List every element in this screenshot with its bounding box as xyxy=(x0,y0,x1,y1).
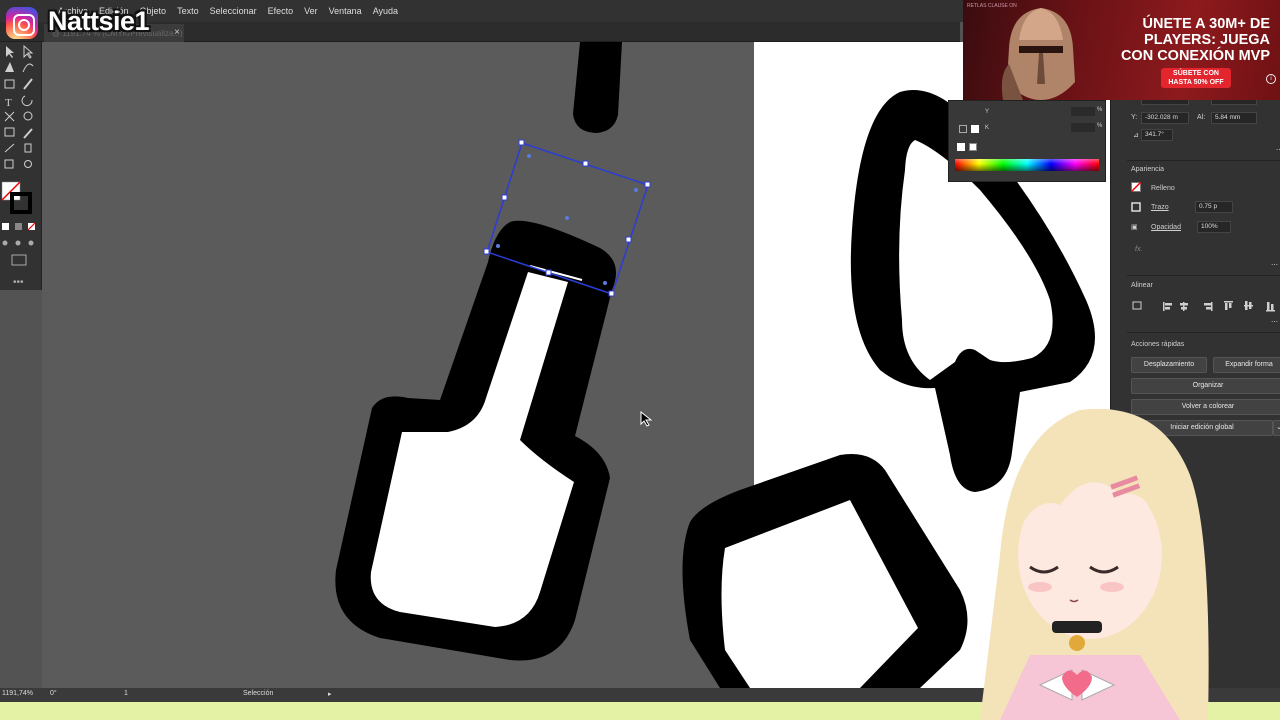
menu-seleccionar[interactable]: Seleccionar xyxy=(210,6,257,16)
separator xyxy=(1127,160,1280,161)
curvature-tool-icon xyxy=(22,63,34,73)
align-left-icon xyxy=(1163,302,1165,311)
instagram-logo-icon xyxy=(6,7,38,39)
menu-ayuda[interactable]: Ayuda xyxy=(373,6,398,16)
eyedropper-tool-icon xyxy=(23,128,33,139)
vtuber-avatar xyxy=(980,408,1209,720)
zoom-level[interactable]: 1191,74% xyxy=(2,690,33,697)
zoom-tool-icon xyxy=(24,160,32,168)
artboard-number[interactable]: 1 xyxy=(124,690,128,697)
draw-mode-icon xyxy=(2,240,8,246)
menu-efecto[interactable]: Efecto xyxy=(268,6,294,16)
transform-h-field[interactable]: 5.84 mm xyxy=(1211,112,1257,124)
stroke-weight-field[interactable]: 0.75 p xyxy=(1195,201,1233,213)
tools-icons: T ••• xyxy=(1,44,36,288)
none-swatch-icon[interactable] xyxy=(957,143,965,151)
rectangle-tool-icon xyxy=(4,79,15,89)
ad-cta-button[interactable]: SÚBETE CON HASTA 50% OFF xyxy=(1161,68,1231,88)
pen-tool-icon xyxy=(5,62,14,72)
color-k-percent: % xyxy=(1097,123,1103,129)
offset-path-button[interactable]: Desplazamiento xyxy=(1131,357,1207,373)
color-k-field[interactable] xyxy=(1071,123,1095,132)
stroke-label[interactable]: Trazo xyxy=(1151,204,1169,211)
status-play-icon[interactable]: ▸ xyxy=(328,690,332,698)
paintbrush-tool-icon xyxy=(23,78,33,90)
separator xyxy=(1127,332,1280,333)
type-tool-icon: T xyxy=(5,97,12,109)
align-bottom-icon xyxy=(1266,310,1275,312)
rotation-field[interactable]: 341.7° xyxy=(1141,129,1173,141)
direct-selection-tool-icon xyxy=(23,44,34,59)
menu-ver[interactable]: Ver xyxy=(304,6,318,16)
opacity-icon: ▣ xyxy=(1131,224,1138,231)
stroke-proxy-icon[interactable] xyxy=(971,125,979,133)
lasso-tool-icon xyxy=(23,111,33,121)
arrange-button[interactable]: Organizar xyxy=(1131,378,1280,394)
align-more-icon[interactable]: ⋯ xyxy=(1271,318,1278,326)
color-label-y: Y xyxy=(985,109,990,115)
mouse-cursor-icon xyxy=(640,411,653,427)
align-top-icon xyxy=(1224,301,1233,303)
stroke-swatch-icon[interactable] xyxy=(1131,202,1141,212)
tools-panel: T ••• xyxy=(0,42,42,290)
current-tool: Selección xyxy=(243,690,274,697)
rotation-level[interactable]: 0° xyxy=(50,690,57,697)
shape-top-stub xyxy=(573,42,622,133)
rotate-tool-icon xyxy=(21,95,33,107)
quick-actions-title: Acciones rápidas xyxy=(1131,341,1185,348)
fx-icon[interactable]: fx. xyxy=(1135,246,1142,253)
close-icon[interactable]: × xyxy=(174,27,180,38)
opacity-field[interactable]: 100% xyxy=(1197,221,1231,233)
more-options-icon[interactable]: ⋯ xyxy=(1276,146,1280,154)
global-edit-dropdown[interactable]: ⌄ xyxy=(1273,420,1280,436)
color-y-field[interactable] xyxy=(1071,107,1095,116)
fill-label: Relleno xyxy=(1151,185,1175,192)
color-y-percent: % xyxy=(1097,107,1103,113)
scissors-tool-icon xyxy=(4,111,15,122)
streamer-handle: Nattsie1 xyxy=(48,6,150,36)
ad-info-icon[interactable]: i xyxy=(1266,74,1276,84)
align-to-icon xyxy=(1132,301,1142,310)
white-swatch-icon[interactable] xyxy=(969,143,977,151)
blend-tool-icon xyxy=(4,143,15,153)
opacity-label[interactable]: Opacidad xyxy=(1151,224,1181,231)
fill-proxy-icon[interactable] xyxy=(959,125,967,133)
expand-shape-button[interactable]: Expandir forma xyxy=(1213,357,1280,373)
color-spectrum[interactable] xyxy=(955,159,1099,171)
gradient-mode-icon xyxy=(15,223,22,230)
transform-h-label: Al: xyxy=(1197,114,1206,121)
menu-texto[interactable]: Texto xyxy=(177,6,199,16)
more-tools-icon: ••• xyxy=(13,277,24,288)
ad-headline: ÚNETE A 30M+ DE PLAYERS: JUEGA CON CONEX… xyxy=(1120,16,1270,64)
rotation-icon: ⊿ xyxy=(1133,132,1139,139)
transform-y-label: Y: xyxy=(1131,114,1138,121)
align-right-icon xyxy=(1211,302,1213,311)
separator xyxy=(1127,275,1280,276)
selection-tool-icon xyxy=(6,46,14,58)
shape-builder-tool-icon xyxy=(4,127,15,137)
color-mode-icon xyxy=(2,223,9,230)
color-panel: Y % K % xyxy=(948,100,1106,182)
screen-mode-icon xyxy=(11,254,27,266)
appearance-title: Apariencia xyxy=(1131,166,1165,173)
hand-tool-icon xyxy=(24,143,32,153)
transform-y-field[interactable]: -302.028 m xyxy=(1141,112,1189,124)
menu-ventana[interactable]: Ventana xyxy=(329,6,362,16)
appearance-more-icon[interactable]: ⋯ xyxy=(1271,261,1278,269)
align-title: Alinear xyxy=(1131,282,1153,289)
warrior-helmet-icon xyxy=(1001,8,1075,100)
color-label-k: K xyxy=(985,125,990,131)
align-buttons[interactable] xyxy=(1131,300,1277,312)
artboard-tool-icon xyxy=(4,159,14,169)
fill-swatch-none-icon[interactable] xyxy=(1131,182,1141,192)
ad-banner[interactable]: RETLAS CLAUSE ON ÚNETE A 30M+ DE PLAYERS… xyxy=(963,0,1280,100)
